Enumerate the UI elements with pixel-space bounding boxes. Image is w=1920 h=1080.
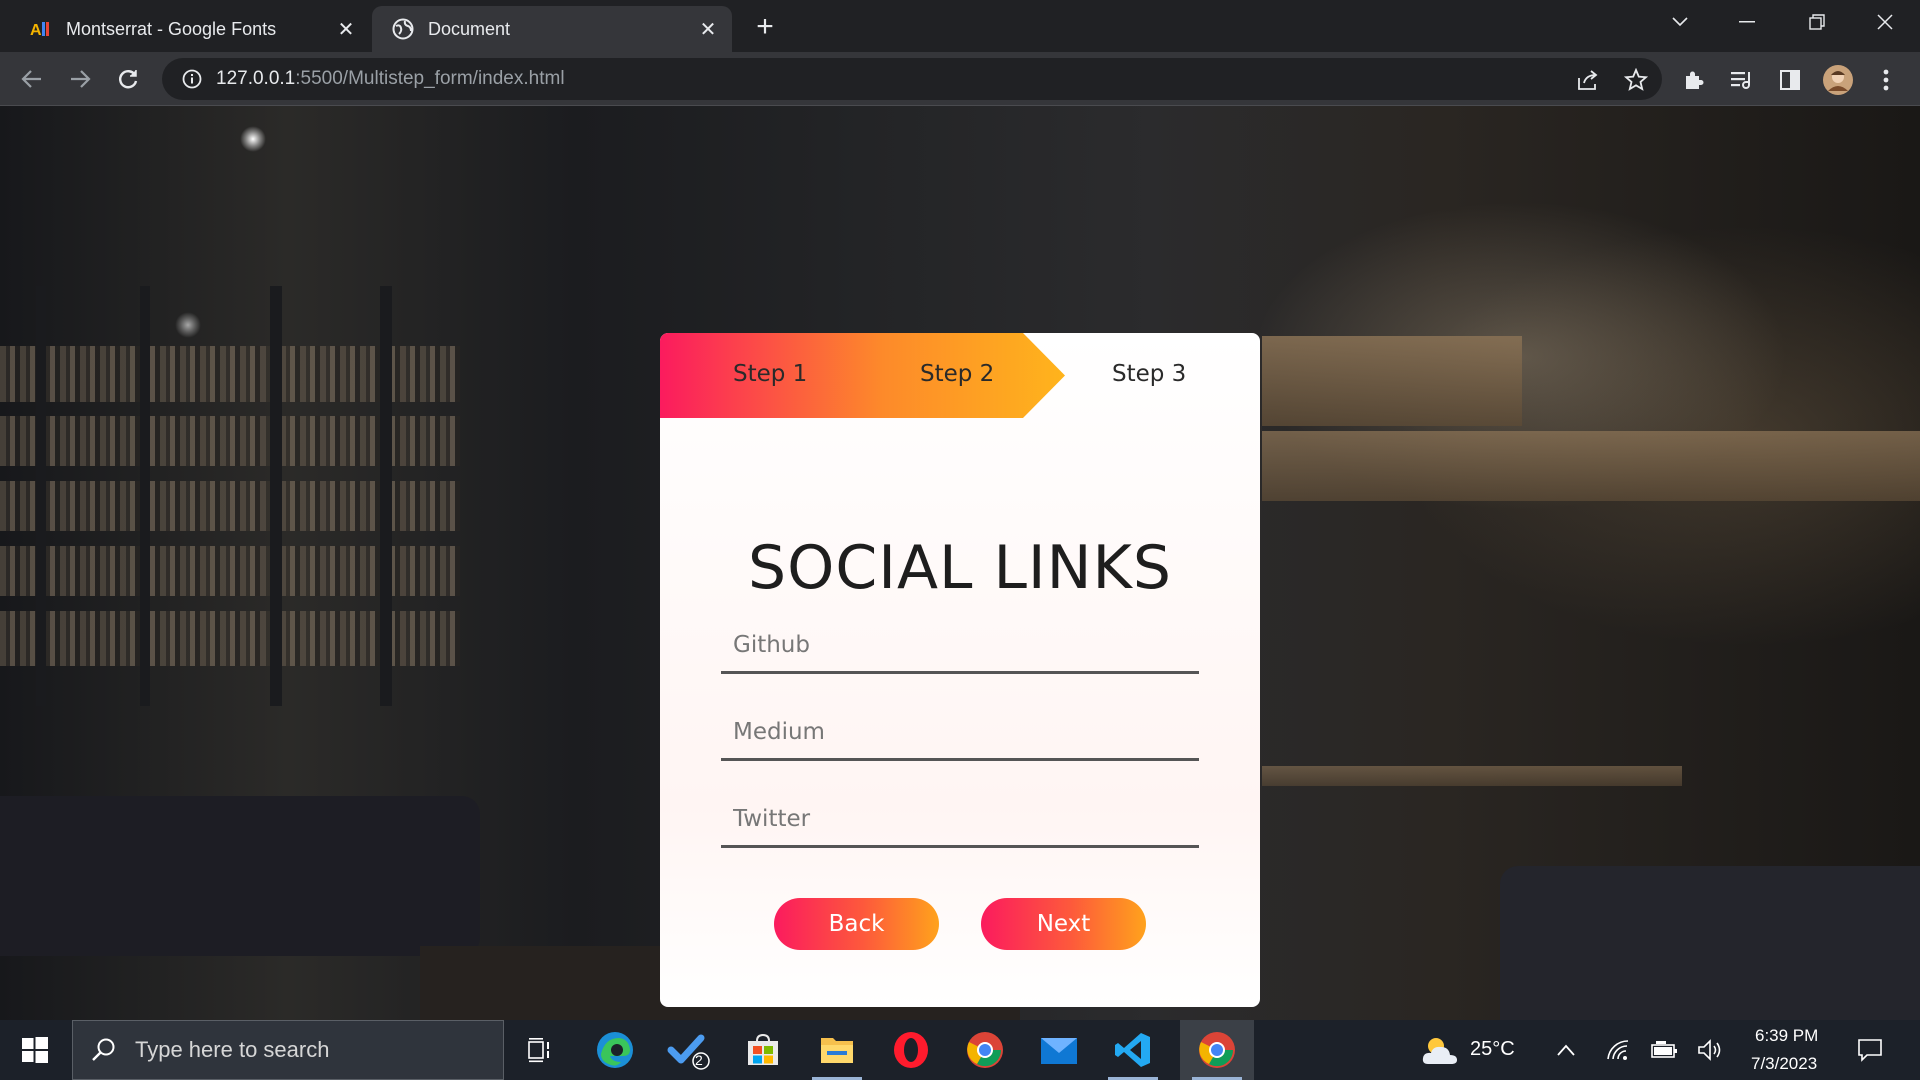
forward-arrow-icon[interactable] — [62, 61, 98, 97]
shelf-post — [140, 286, 150, 706]
side-panel-icon[interactable] — [1774, 64, 1806, 96]
taskbar-search-input[interactable]: Type here to search — [72, 1020, 504, 1080]
microsoft-todo-icon[interactable]: 2 — [652, 1020, 726, 1080]
sofa — [0, 796, 480, 956]
mail-icon[interactable] — [1022, 1020, 1096, 1080]
restore-button[interactable] — [1782, 0, 1852, 44]
shelf-post — [380, 286, 392, 706]
back-arrow-icon[interactable] — [14, 61, 50, 97]
back-button[interactable]: Back — [774, 898, 939, 950]
share-icon[interactable] — [1572, 64, 1604, 96]
medium-input[interactable] — [721, 705, 1199, 761]
opera-browser-icon[interactable] — [874, 1020, 948, 1080]
step-3-label: Step 3 — [1112, 361, 1187, 387]
battery-icon[interactable] — [1650, 1036, 1678, 1064]
windows-start-icon[interactable] — [0, 1020, 70, 1080]
minimize-button[interactable] — [1712, 0, 1782, 44]
url-text: 127.0.0.1:5500/Multistep_form/index.html — [216, 68, 565, 90]
google-fonts-icon: A — [30, 18, 52, 40]
show-hidden-icons-chevron-icon[interactable] — [1552, 1036, 1580, 1064]
close-tab-icon[interactable]: ✕ — [332, 15, 360, 43]
shelf-post — [36, 286, 46, 706]
globe-icon — [392, 18, 414, 40]
bookmark-star-icon[interactable] — [1620, 64, 1652, 96]
step-1-label: Step 1 — [733, 361, 808, 387]
weather-icon[interactable] — [1420, 1036, 1460, 1064]
shelf-post — [270, 286, 282, 706]
page-viewport: Step 1 Step 2 Step 3 SOCIAL LINKS Back N… — [0, 106, 1920, 1020]
wood-shelf — [1262, 431, 1920, 501]
next-button[interactable]: Next — [981, 898, 1146, 950]
wifi-icon[interactable] — [1604, 1036, 1632, 1064]
wall-cabinet — [1262, 336, 1522, 426]
clock-date[interactable]: 7/3/2023 — [1751, 1054, 1817, 1074]
file-explorer-icon[interactable] — [800, 1020, 874, 1080]
svg-text:A: A — [30, 22, 42, 39]
notifications-icon[interactable] — [1856, 1036, 1884, 1064]
reading-list-icon[interactable] — [1726, 64, 1758, 96]
github-input[interactable] — [721, 618, 1199, 674]
form-heading: SOCIAL LINKS — [748, 533, 1172, 603]
ceiling-light — [175, 312, 201, 338]
browser-menu-icon[interactable] — [1870, 64, 1902, 96]
edge-browser-icon[interactable] — [578, 1020, 652, 1080]
ceiling-light — [240, 126, 266, 152]
microsoft-store-icon[interactable] — [726, 1020, 800, 1080]
vscode-icon[interactable] — [1096, 1020, 1170, 1080]
tab-title: Montserrat - Google Fonts — [66, 18, 277, 39]
tab-google-fonts[interactable]: A Montserrat - Google Fonts ✕ — [10, 6, 370, 52]
search-placeholder: Type here to search — [135, 1037, 330, 1062]
new-tab-button[interactable]: + — [748, 10, 782, 44]
sofa — [1500, 866, 1920, 1020]
address-bar[interactable]: 127.0.0.1:5500/Multistep_form/index.html — [162, 58, 1662, 100]
task-view-icon[interactable] — [504, 1020, 578, 1080]
url-host: 127.0.0.1 — [216, 68, 296, 89]
url-path: :5500/Multistep_form/index.html — [295, 68, 565, 89]
tab-title: Document — [428, 18, 511, 39]
site-info-icon[interactable] — [180, 67, 204, 91]
extensions-puzzle-icon[interactable] — [1678, 64, 1710, 96]
wood-shelf — [1262, 766, 1682, 786]
twitter-input[interactable] — [721, 792, 1199, 848]
profile-avatar[interactable] — [1822, 64, 1854, 96]
reload-icon[interactable] — [110, 61, 146, 97]
step-2-label: Step 2 — [920, 361, 995, 387]
multistep-form-card: Step 1 Step 2 Step 3 SOCIAL LINKS Back N… — [660, 333, 1260, 1007]
weather-temperature[interactable]: 25°C — [1470, 1038, 1515, 1061]
close-tab-icon[interactable]: ✕ — [694, 15, 722, 43]
tab-document[interactable]: Document ✕ — [372, 6, 732, 52]
windows-taskbar: Type here to search 2 25°C 6:39 PM 7/3/2… — [0, 1020, 1920, 1080]
search-icon — [92, 1038, 115, 1061]
clock-time[interactable]: 6:39 PM — [1755, 1026, 1818, 1046]
chrome-browser-icon[interactable] — [948, 1020, 1022, 1080]
todo-badge: 2 — [695, 1052, 703, 1068]
tab-search-chevron-icon[interactable] — [1645, 0, 1715, 44]
chrome-active-icon[interactable] — [1180, 1020, 1254, 1080]
close-window-button[interactable] — [1850, 0, 1920, 44]
volume-icon[interactable] — [1696, 1036, 1724, 1064]
step-progress-bar: Step 1 Step 2 Step 3 — [660, 333, 1260, 418]
browser-tabstrip: A Montserrat - Google Fonts ✕ Document ✕… — [0, 0, 1920, 52]
browser-toolbar: 127.0.0.1:5500/Multistep_form/index.html — [0, 52, 1920, 106]
